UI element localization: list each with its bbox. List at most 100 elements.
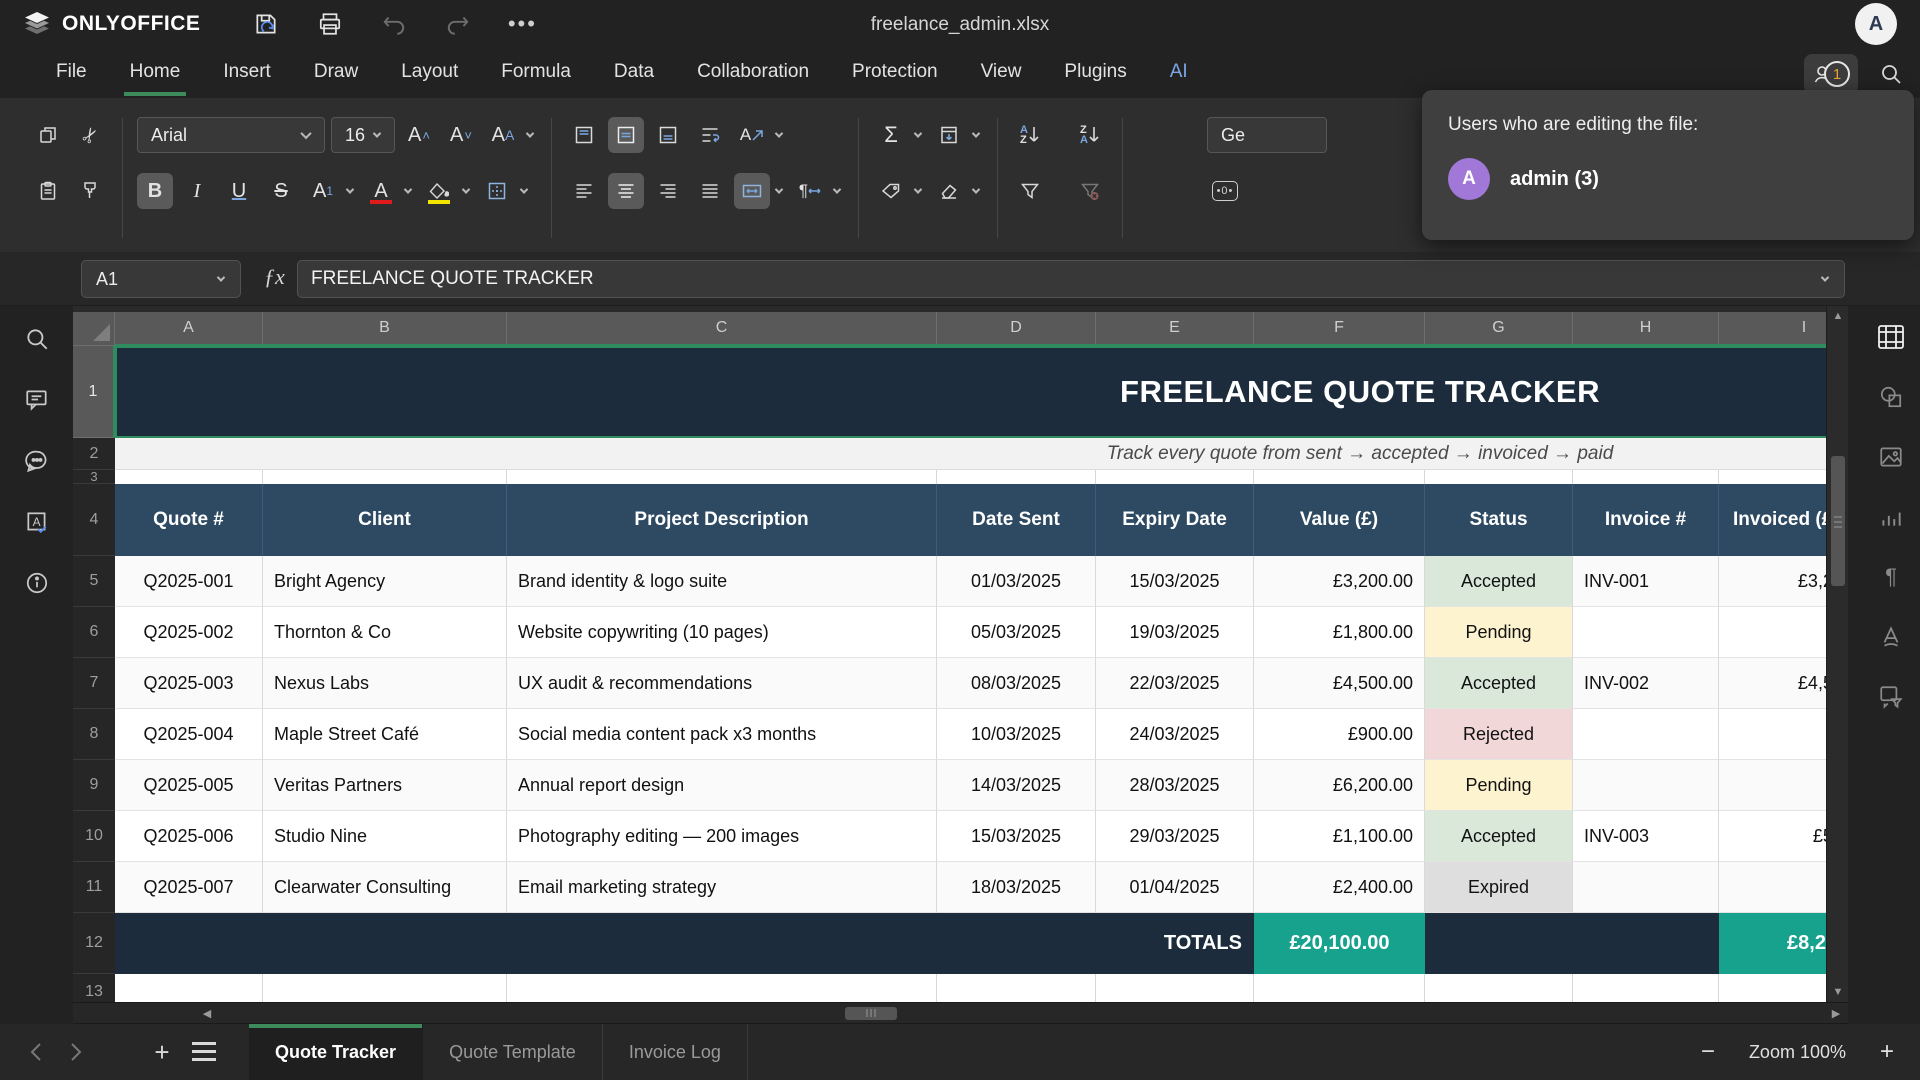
wrap-text-button[interactable] — [692, 117, 728, 153]
cell-date-sent[interactable]: 05/03/2025 — [937, 607, 1096, 658]
row-header[interactable]: 7 — [73, 658, 115, 709]
clear-button[interactable] — [931, 173, 967, 209]
textart-settings-icon[interactable] — [1874, 620, 1908, 654]
blank-row[interactable] — [115, 974, 1848, 1002]
image-settings-icon[interactable] — [1874, 440, 1908, 474]
fill-color-chevron[interactable] — [462, 185, 470, 193]
column-header[interactable]: A — [115, 312, 263, 344]
cell-description[interactable]: Annual report design — [507, 760, 937, 811]
menu-tab-draw[interactable]: Draw — [312, 51, 360, 96]
column-header[interactable]: G — [1425, 312, 1573, 344]
cell-value[interactable]: £6,200.00 — [1254, 760, 1425, 811]
add-sheet-button[interactable]: + — [146, 1036, 178, 1068]
orientation-chevron[interactable] — [775, 129, 783, 137]
underline-button[interactable]: U — [221, 173, 257, 209]
cell-client[interactable]: Veritas Partners — [263, 760, 507, 811]
italic-button[interactable]: I — [179, 173, 215, 209]
scroll-right-icon[interactable]: ▶ — [1828, 1005, 1844, 1021]
header-cell[interactable]: Value (£) — [1254, 484, 1425, 556]
totals-value[interactable]: £20,100.00 — [1254, 913, 1425, 974]
bold-button[interactable]: B — [137, 173, 173, 209]
chart-settings-icon[interactable] — [1874, 500, 1908, 534]
cell-value[interactable]: £1,800.00 — [1254, 607, 1425, 658]
cell-date-sent[interactable]: 08/03/2025 — [937, 658, 1096, 709]
row-header[interactable]: 11 — [73, 862, 115, 913]
user-avatar[interactable]: A — [1855, 3, 1897, 45]
editing-users-button[interactable]: 1 — [1804, 54, 1858, 94]
cell-client[interactable]: Clearwater Consulting — [263, 862, 507, 913]
align-center-button[interactable] — [608, 173, 644, 209]
more-actions-icon[interactable]: ••• — [508, 10, 536, 38]
cell-client[interactable]: Maple Street Café — [263, 709, 507, 760]
undo-icon[interactable] — [380, 10, 408, 38]
filter-button[interactable] — [1012, 173, 1048, 209]
column-header[interactable]: E — [1096, 312, 1254, 344]
zoom-in-button[interactable]: + — [1872, 1037, 1902, 1067]
scroll-down-icon[interactable]: ▼ — [1830, 984, 1846, 1000]
paste-button[interactable] — [30, 173, 66, 209]
menu-tab-ai[interactable]: AI — [1168, 51, 1190, 96]
cell-expiry[interactable]: 19/03/2025 — [1096, 607, 1254, 658]
column-header[interactable]: C — [507, 312, 937, 344]
menu-tab-formula[interactable]: Formula — [499, 51, 573, 96]
save-icon[interactable] — [252, 10, 280, 38]
sheet-list-icon[interactable] — [192, 1042, 216, 1062]
cell-quote[interactable]: Q2025-003 — [115, 658, 263, 709]
copy-button[interactable] — [30, 117, 66, 153]
cell-description[interactable]: Brand identity & logo suite — [507, 556, 937, 607]
sort-descending-button[interactable]: ZA — [1072, 117, 1108, 153]
cell-client[interactable]: Studio Nine — [263, 811, 507, 862]
totals-label[interactable]: TOTALS — [1096, 913, 1254, 974]
sheet-tab-quote-tracker[interactable]: Quote Tracker — [249, 1024, 423, 1080]
horizontal-scrollbar[interactable]: ◀ ▶ — [73, 1002, 1848, 1024]
strikethrough-button[interactable]: S — [263, 173, 299, 209]
row-header[interactable]: 2 — [73, 438, 115, 470]
scroll-left-icon[interactable]: ◀ — [199, 1005, 215, 1021]
named-ranges-button[interactable] — [873, 173, 909, 209]
increase-font-button[interactable]: A˄ — [401, 117, 437, 153]
sheet-tab-invoice-log[interactable]: Invoice Log — [603, 1024, 748, 1080]
decrease-font-button[interactable]: A˅ — [443, 117, 479, 153]
subscript-chevron[interactable] — [346, 185, 354, 193]
row-header[interactable]: 5 — [73, 556, 115, 607]
cell-status[interactable]: Accepted — [1425, 556, 1573, 607]
align-bottom-button[interactable] — [650, 117, 686, 153]
cell-value[interactable]: £1,100.00 — [1254, 811, 1425, 862]
cell-invoice-num[interactable]: INV-003 — [1573, 811, 1719, 862]
horizontal-scroll-thumb[interactable] — [845, 1007, 897, 1020]
scroll-up-icon[interactable]: ▲ — [1830, 308, 1846, 324]
fill-color-button[interactable] — [421, 173, 457, 209]
select-all-corner[interactable] — [73, 312, 115, 346]
cell-value[interactable]: £3,200.00 — [1254, 556, 1425, 607]
font-name-select[interactable]: Arial — [137, 117, 325, 153]
cell-expiry[interactable]: 24/03/2025 — [1096, 709, 1254, 760]
zoom-out-button[interactable]: − — [1693, 1037, 1723, 1067]
header-cell[interactable]: Project Description — [507, 484, 937, 556]
find-icon[interactable] — [20, 322, 54, 356]
vertical-scrollbar[interactable]: ▲ ▼ — [1826, 306, 1848, 1002]
menu-tab-protection[interactable]: Protection — [850, 51, 940, 96]
fill-chevron[interactable] — [972, 129, 980, 137]
cell-quote[interactable]: Q2025-006 — [115, 811, 263, 862]
sheet-nav-prev-icon[interactable] — [22, 1038, 50, 1066]
cell-status[interactable]: Accepted — [1425, 658, 1573, 709]
row-header[interactable]: 13 — [73, 974, 115, 1002]
borders-button[interactable] — [479, 173, 515, 209]
row-header[interactable]: 1 — [73, 346, 115, 438]
cell-description[interactable]: Email marketing strategy — [507, 862, 937, 913]
header-cell[interactable]: Expiry Date — [1096, 484, 1254, 556]
cell-value[interactable]: £4,500.00 — [1254, 658, 1425, 709]
row-header[interactable]: 3 — [73, 470, 115, 484]
sort-ascending-button[interactable]: AZ — [1012, 117, 1048, 153]
header-cell[interactable]: Date Sent — [937, 484, 1096, 556]
column-header[interactable]: B — [263, 312, 507, 344]
merge-chevron[interactable] — [775, 185, 783, 193]
cell-value[interactable]: £900.00 — [1254, 709, 1425, 760]
row-header[interactable]: 12 — [73, 913, 115, 974]
cell-expiry[interactable]: 15/03/2025 — [1096, 556, 1254, 607]
font-color-chevron[interactable] — [404, 185, 412, 193]
fill-down-button[interactable] — [931, 117, 967, 153]
column-header[interactable]: H — [1573, 312, 1719, 344]
cell-status[interactable]: Accepted — [1425, 811, 1573, 862]
cell-status[interactable]: Pending — [1425, 760, 1573, 811]
